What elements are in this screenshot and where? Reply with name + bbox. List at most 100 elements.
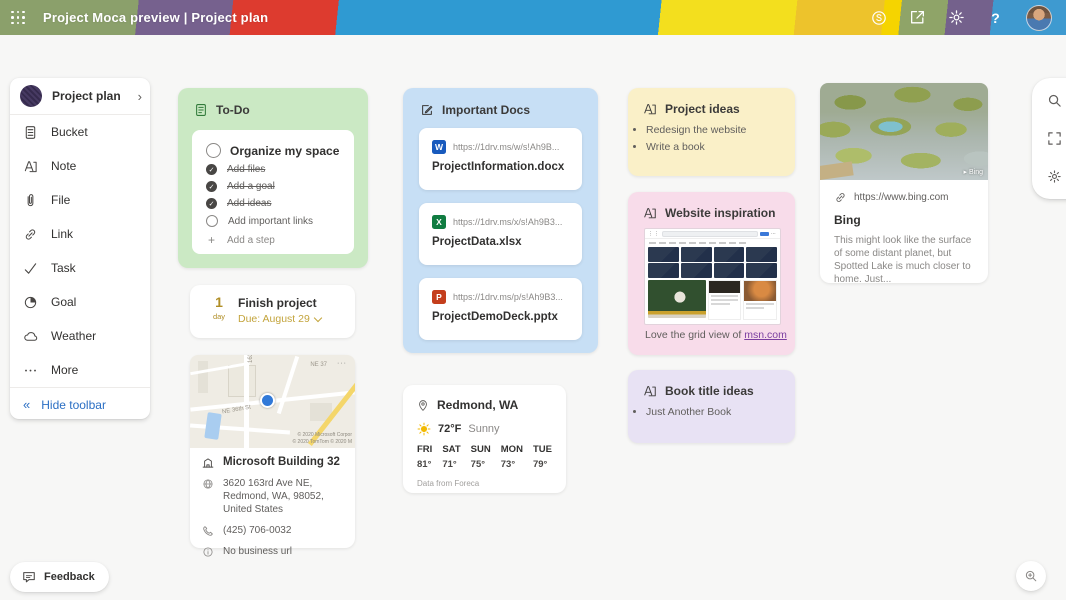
note-icon xyxy=(643,206,657,220)
doc-filename[interactable]: ProjectData.xlsx xyxy=(419,229,582,248)
skype-icon[interactable] xyxy=(870,9,887,26)
toolbar-panel: Project plan › Bucket Note File Link xyxy=(10,78,150,419)
doc-tile-powerpoint[interactable]: P https://1drv.ms/p/s!Ah9B3... ProjectDe… xyxy=(419,278,582,340)
website-inspiration-card[interactable]: Website inspiration ⋮⋮⋯ Love the grid vi… xyxy=(628,192,795,355)
check-circle-icon[interactable]: ✓ xyxy=(206,181,217,192)
share-note-icon[interactable] xyxy=(909,9,926,26)
toolbar-item-label: Task xyxy=(51,261,76,275)
goal-due-date[interactable]: Due: August 29 xyxy=(238,313,321,325)
weather-forecast: FRI81° SAT71° SUN75° MON73° TUE79° xyxy=(403,436,562,470)
fit-view-button[interactable] xyxy=(1044,128,1064,148)
check-circle-icon[interactable]: ✓ xyxy=(206,164,217,175)
bing-url[interactable]: https://www.bing.com xyxy=(854,192,948,203)
goal-title: Finish project xyxy=(238,296,317,310)
toolbar-item-link[interactable]: Link xyxy=(10,217,150,251)
doc-filename[interactable]: ProjectDemoDeck.pptx xyxy=(419,304,582,323)
toolbar-item-label: More xyxy=(51,363,78,377)
idea-item: Redesign the website xyxy=(646,124,795,136)
double-chevron-left-icon: « xyxy=(23,397,30,412)
bing-title: Bing xyxy=(820,204,988,227)
canvas-tools-panel xyxy=(1032,78,1066,199)
map-location-pin xyxy=(260,393,275,408)
goal-card[interactable]: 1 day Finish project Due: August 29 xyxy=(190,285,355,338)
project-ideas-card[interactable]: Project ideas Redesign the website Write… xyxy=(628,88,795,176)
goal-icon xyxy=(23,295,38,310)
gear-icon xyxy=(1047,169,1062,184)
map-image[interactable]: 163rd Av NE 36th St NE 37 ··· © 2020 Mic… xyxy=(190,355,355,448)
zoom-button[interactable] xyxy=(1016,561,1046,591)
todo-item-label: Add important links xyxy=(228,216,313,227)
doc-filename[interactable]: ProjectInformation.docx xyxy=(419,154,582,173)
forecast-day: MON xyxy=(501,444,523,455)
toolbar-item-label: Goal xyxy=(51,295,76,309)
note-icon xyxy=(643,384,657,398)
place-address: 3620 163rd Ave NE, Redmond, WA, 98052, U… xyxy=(223,477,343,516)
paperclip-icon xyxy=(23,193,38,208)
doc-url[interactable]: https://1drv.ms/w/s!Ah9B... xyxy=(453,142,559,152)
canvas-settings-button[interactable] xyxy=(1044,166,1064,186)
hide-toolbar-button[interactable]: « Hide toolbar xyxy=(10,387,150,421)
app-launcher-icon[interactable] xyxy=(11,11,25,25)
todo-list[interactable]: Organize my space ✓ Add files ✓ Add a go… xyxy=(192,130,354,254)
weather-current-temp: 72°F xyxy=(438,423,461,435)
toolbar-item-label: Note xyxy=(51,159,76,173)
project-plan-label: Project plan xyxy=(52,89,121,103)
toolbar-item-bucket[interactable]: Bucket xyxy=(10,115,150,149)
link-icon xyxy=(834,191,847,204)
toolbar-project-plan[interactable]: Project plan › xyxy=(10,78,150,115)
settings-gear-icon[interactable] xyxy=(948,9,965,26)
note-icon xyxy=(23,159,38,174)
doc-url[interactable]: https://1drv.ms/p/s!Ah9B3... xyxy=(453,292,563,302)
map-street-label: NE 37 xyxy=(310,362,327,368)
sun-icon xyxy=(417,422,431,436)
toolbar-item-weather[interactable]: Weather xyxy=(10,319,150,353)
location-pin-icon xyxy=(417,399,429,412)
place-phone[interactable]: (425) 706-0032 xyxy=(223,524,291,537)
toolbar-item-label: File xyxy=(51,193,70,207)
todo-item-label: Add files xyxy=(227,164,265,175)
todo-completed-item[interactable]: ✓ Add ideas xyxy=(192,198,354,209)
feedback-button[interactable]: Feedback xyxy=(10,562,109,592)
place-url-note: No business url xyxy=(223,545,292,558)
location-card[interactable]: 163rd Av NE 36th St NE 37 ··· © 2020 Mic… xyxy=(190,355,355,548)
msn-screenshot[interactable]: ⋮⋮⋯ xyxy=(644,228,781,325)
goal-count: 1 xyxy=(207,295,231,309)
weather-source: Data from Foreca xyxy=(403,470,566,488)
todo-list-title-row[interactable]: Organize my space xyxy=(192,143,354,158)
bing-preview-image[interactable]: ▸Bing xyxy=(820,83,988,180)
radio-circle-icon[interactable] xyxy=(206,215,218,227)
user-avatar[interactable] xyxy=(1026,5,1052,31)
doc-tile-excel[interactable]: X https://1drv.ms/x/s!Ah9B3... ProjectDa… xyxy=(419,203,582,265)
add-step-button[interactable]: + Add a step xyxy=(192,233,354,247)
project-avatar xyxy=(20,85,42,107)
toolbar-item-task[interactable]: Task xyxy=(10,251,150,285)
todo-list-icon xyxy=(194,103,208,117)
todo-bucket-card[interactable]: To-Do Organize my space ✓ Add files ✓ Ad… xyxy=(178,88,368,268)
doc-tile-word[interactable]: W https://1drv.ms/w/s!Ah9B... ProjectInf… xyxy=(419,128,582,190)
ideas-card-title: Project ideas xyxy=(665,102,740,116)
toolbar-item-label: Weather xyxy=(51,329,96,343)
map-more-icon[interactable]: ··· xyxy=(337,360,347,367)
todo-completed-item[interactable]: ✓ Add a goal xyxy=(192,181,354,192)
toolbar-item-note[interactable]: Note xyxy=(10,149,150,183)
search-button[interactable] xyxy=(1044,91,1064,111)
weather-card[interactable]: Redmond, WA 72°F Sunny FRI81° SAT71° SUN… xyxy=(403,385,566,493)
radio-circle-icon[interactable] xyxy=(206,143,221,158)
bing-link-card[interactable]: ▸Bing https://www.bing.com Bing This mig… xyxy=(820,83,988,283)
toolbar-item-more[interactable]: More xyxy=(10,353,150,387)
doc-url[interactable]: https://1drv.ms/x/s!Ah9B3... xyxy=(453,217,562,227)
hide-toolbar-label: Hide toolbar xyxy=(41,398,106,412)
bing-description: This might look like the surface of some… xyxy=(820,227,988,286)
check-circle-icon[interactable]: ✓ xyxy=(206,198,217,209)
msn-link[interactable]: msn.com xyxy=(744,329,787,341)
toolbar-item-file[interactable]: File xyxy=(10,183,150,217)
weather-condition: Sunny xyxy=(468,423,499,435)
todo-completed-item[interactable]: ✓ Add files xyxy=(192,164,354,175)
docs-card-title: Important Docs xyxy=(442,103,530,117)
todo-open-item[interactable]: Add important links xyxy=(192,215,354,227)
important-docs-card[interactable]: Important Docs W https://1drv.ms/w/s!Ah9… xyxy=(403,88,598,353)
toolbar-item-goal[interactable]: Goal xyxy=(10,285,150,319)
goal-unit: day xyxy=(207,312,231,321)
book-ideas-card[interactable]: Book title ideas Just Another Book xyxy=(628,370,795,443)
help-icon[interactable]: ? xyxy=(987,9,1004,26)
